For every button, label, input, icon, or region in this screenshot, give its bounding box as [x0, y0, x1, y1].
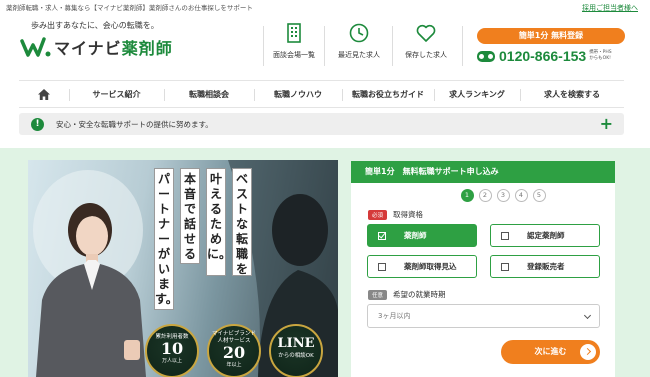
nav-consultation[interactable]: 転職相談会 — [164, 81, 254, 107]
interview-venues-label: 面談会場一覧 — [273, 51, 315, 59]
nav-guide[interactable]: 転職お役立ちガイド — [342, 81, 434, 107]
recruiter-link[interactable]: 採用ご担当者様へ — [582, 3, 638, 13]
clock-icon — [349, 23, 369, 43]
step-5: 5 — [532, 189, 546, 202]
saved-jobs-link[interactable]: 保存した求人 — [397, 22, 455, 68]
plus-icon[interactable]: + — [600, 114, 613, 133]
next-button-label: 次に進む — [534, 347, 567, 356]
divider — [392, 26, 393, 66]
step-2: 2 — [478, 189, 492, 202]
signup-form: 簡単1分 無料転職サポート申し込み 1 2 3 4 5 必須 取得資格 薬剤師 … — [351, 161, 615, 377]
years-badge-value: 20 — [222, 343, 246, 362]
timing-label-text: 希望の就業時期 — [393, 290, 446, 299]
step-3: 3 — [496, 189, 510, 202]
register-button[interactable]: 簡単1分 無料登録 — [477, 28, 625, 44]
step-4: 4 — [514, 189, 528, 202]
chevron-down-icon — [583, 311, 592, 320]
option-label: 薬剤師 — [404, 231, 427, 240]
years-badge: マイナビブランド 人材サービス 20 年以上 — [207, 324, 261, 377]
nav-home[interactable] — [19, 81, 69, 107]
option-pharmacist-expected[interactable]: 薬剤師取得見込 — [367, 255, 477, 278]
nav-knowhow[interactable]: 転職ノウハウ — [254, 81, 342, 107]
nav-service[interactable]: サービス紹介 — [69, 81, 164, 107]
checkbox-icon — [378, 231, 386, 240]
main-nav: サービス紹介 転職相談会 転職ノウハウ 転職お役立ちガイド 求人ランキング 求人… — [19, 80, 624, 108]
checkbox-icon — [501, 262, 509, 271]
required-badge: 必須 — [368, 209, 388, 220]
hero-catch-line-2: 叶えるために。 — [206, 168, 231, 276]
building-icon — [287, 23, 301, 43]
logo-suffix: 薬剤師 — [121, 39, 173, 58]
next-button[interactable]: 次に進む — [501, 340, 600, 364]
hero-catch-line-3: 本音で話せる — [180, 168, 200, 264]
logo-brand: マイナビ — [54, 39, 122, 58]
users-badge-unit: 万人以上 — [161, 358, 182, 364]
option-label: 登録販売者 — [527, 262, 565, 271]
option-certified-pharmacist[interactable]: 認定薬剤師 — [490, 224, 600, 247]
logo-text: マイナビ薬剤師 — [54, 35, 173, 59]
heart-icon — [416, 24, 436, 42]
site-description: 薬剤師転職・求人・募集なら【マイナビ薬剤師】薬剤師さんのお仕事探しをサポート — [6, 4, 253, 12]
exclamation-icon: ! — [31, 117, 44, 131]
interview-venues-link[interactable]: 面談会場一覧 — [265, 22, 323, 68]
logo-mark-icon — [20, 37, 51, 57]
optional-badge: 任意 — [368, 289, 388, 300]
recent-jobs-label: 最近見た求人 — [338, 51, 380, 59]
option-label: 薬剤師取得見込 — [404, 262, 457, 271]
divider — [263, 26, 264, 66]
timing-label: 任意 希望の就業時期 — [368, 289, 446, 300]
tagline: 歩み出すあなたに、会心の転職を。 — [31, 21, 159, 30]
form-title: 簡単1分 無料転職サポート申し込み — [351, 161, 615, 183]
arrow-right-icon — [580, 344, 596, 360]
site-logo[interactable]: マイナビ薬剤師 — [20, 35, 173, 59]
divider — [462, 26, 463, 66]
phone-number[interactable]: 0120-866-153 — [499, 48, 586, 64]
users-badge-value: 10 — [160, 339, 184, 358]
home-icon — [38, 88, 50, 100]
line-badge: LINE からの相談OK — [269, 324, 323, 377]
recent-jobs-link[interactable]: 最近見た求人 — [330, 22, 388, 68]
checkbox-icon — [501, 231, 509, 240]
nav-search[interactable]: 求人を検索する — [520, 81, 624, 107]
line-badge-value: LINE — [277, 336, 315, 351]
notice-bar[interactable]: ! 安心・安全な転職サポートの提供に努めます。 + — [19, 113, 624, 135]
line-badge-caption: からの相談OK — [278, 353, 314, 359]
checkbox-icon — [378, 262, 386, 271]
phone-note: 携帯・PHS からもOK! — [589, 50, 612, 61]
hero-catch-line-1: ベストな転職を — [232, 168, 252, 276]
users-badge: 累計利用者数 10 万人以上 — [145, 324, 199, 377]
timing-selected-value: 3ヶ月以内 — [378, 312, 411, 320]
phone-contact[interactable]: 0120-866-153 携帯・PHS からもOK! — [477, 48, 615, 64]
saved-jobs-label: 保存した求人 — [405, 51, 447, 59]
option-registered-seller[interactable]: 登録販売者 — [490, 255, 600, 278]
freedial-icon — [477, 50, 495, 62]
timing-select[interactable]: 3ヶ月以内 — [367, 304, 600, 328]
notice-text: 安心・安全な転職サポートの提供に努めます。 — [56, 119, 213, 129]
nav-ranking[interactable]: 求人ランキング — [434, 81, 520, 107]
step-1: 1 — [460, 189, 474, 202]
option-pharmacist[interactable]: 薬剤師 — [367, 224, 477, 247]
hero-catch-line-4: パートナーがいます。 — [154, 168, 178, 310]
option-label: 認定薬剤師 — [527, 231, 565, 240]
divider — [324, 26, 325, 66]
qualification-label-text: 取得資格 — [393, 210, 424, 219]
step-indicator: 1 2 3 4 5 — [391, 189, 615, 202]
years-badge-unit: 年以上 — [226, 362, 242, 368]
qualification-label: 必須 取得資格 — [368, 209, 423, 220]
